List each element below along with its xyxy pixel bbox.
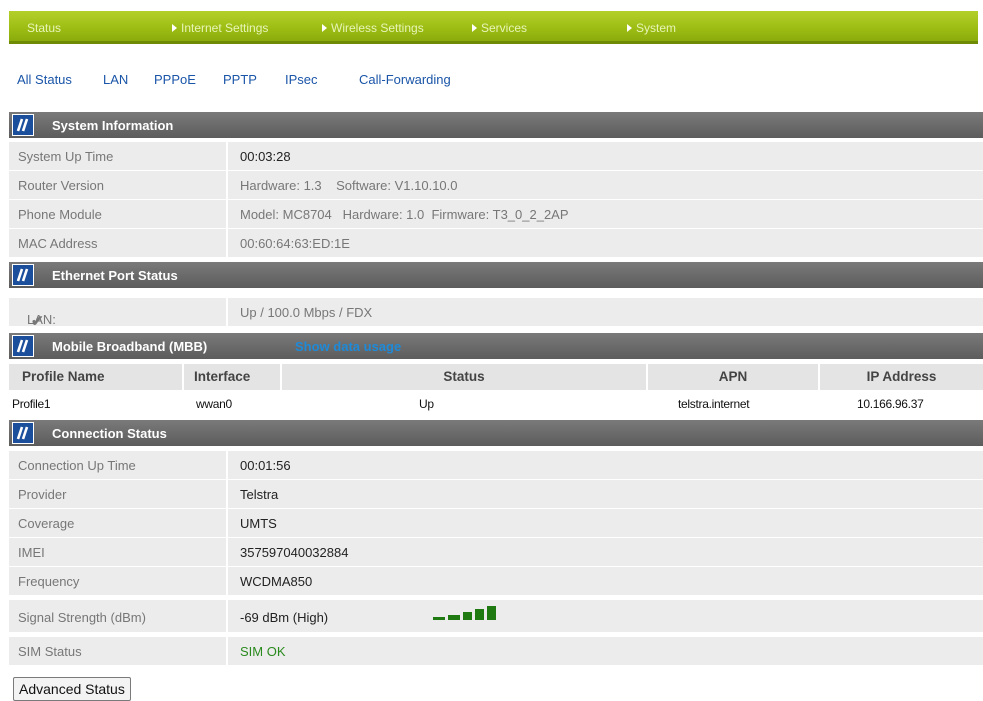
show-data-usage-link[interactable]: Show data usage (295, 339, 401, 354)
connection-status-header: Connection Status (9, 420, 983, 446)
row-label: Signal Strength (dBm) (18, 610, 146, 625)
row-phone-module: Phone Module Model: MC8704 Hardware: 1.0 … (9, 200, 983, 229)
triangle-right-icon (322, 24, 327, 32)
nav-label: System (636, 21, 677, 35)
row-provider: Provider Telstra (9, 480, 983, 509)
nav-system[interactable]: System (627, 21, 676, 35)
table-row: Profile1 wwan0 Up telstra.internet 10.16… (9, 392, 983, 416)
top-nav: Status Internet Settings Wireless Settin… (9, 11, 978, 44)
cell-apn: telstra.internet (678, 397, 750, 411)
section-title: Connection Status (52, 426, 167, 441)
mbb-table-header: Profile Name Interface Status APN IP Add… (9, 364, 983, 390)
triangle-right-icon (472, 24, 477, 32)
row-label: Phone Module (18, 207, 102, 222)
row-value: -69 dBm (High) (240, 610, 329, 625)
brand-logo-icon (12, 422, 34, 444)
subnav-call-forwarding[interactable]: Call-Forwarding (359, 72, 451, 87)
triangle-right-icon (172, 24, 177, 32)
row-mac-address: MAC Address 00:60:64:63:ED:1E (9, 229, 983, 258)
row-label: Connection Up Time (18, 458, 136, 473)
row-lan-status: LAN: ✔ Up / 100.0 Mbps / FDX (9, 298, 983, 330)
row-label: System Up Time (18, 149, 114, 164)
subnav-all-status[interactable]: All Status (17, 72, 72, 87)
brand-logo-icon (12, 264, 34, 286)
triangle-right-icon (627, 24, 632, 32)
nav-label: Internet Settings (181, 21, 269, 35)
subnav-pppoe[interactable]: PPPoE (154, 72, 196, 87)
subnav-ipsec[interactable]: IPsec (285, 72, 318, 87)
signal-strength-icon (433, 606, 496, 620)
row-coverage: Coverage UMTS (9, 509, 983, 538)
checkmark-icon: ✔ (31, 313, 44, 330)
row-label: SIM Status (18, 644, 82, 659)
row-value: Telstra (240, 487, 279, 502)
row-sim-status: SIM Status SIM OK (9, 637, 983, 666)
brand-logo-icon (12, 114, 34, 136)
cell-interface: wwan0 (196, 397, 232, 411)
row-value: 357597040032884 (240, 545, 349, 560)
col-ip-address: IP Address (866, 369, 937, 384)
row-value: UMTS (240, 516, 277, 531)
row-label: IMEI (18, 545, 45, 560)
ethernet-port-status-header: Ethernet Port Status (9, 262, 983, 288)
row-value: Up / 100.0 Mbps / FDX (240, 305, 373, 320)
row-signal-strength: Signal Strength (dBm) -69 dBm (High) (9, 600, 983, 633)
nav-internet-settings[interactable]: Internet Settings (172, 21, 268, 35)
system-information-header: System Information (9, 112, 983, 138)
col-status: Status (282, 364, 648, 390)
row-imei: IMEI 357597040032884 (9, 538, 983, 567)
cell-status: Up (419, 397, 434, 411)
row-value: 00:03:28 (240, 149, 291, 164)
row-label: Coverage (18, 516, 75, 531)
col-interface: Interface (184, 364, 282, 390)
nav-label: Services (481, 21, 528, 35)
row-label: Router Version (18, 178, 104, 193)
section-title: Ethernet Port Status (52, 268, 178, 283)
row-value: Hardware: 1.3 Software: V1.10.10.0 (240, 178, 458, 193)
row-value: SIM OK (240, 644, 286, 659)
row-label: Frequency (18, 574, 80, 589)
row-value: 00:01:56 (240, 458, 291, 473)
mobile-broadband-header: Mobile Broadband (MBB) Show data usage (9, 333, 983, 359)
row-router-version: Router Version Hardware: 1.3 Software: V1… (9, 171, 983, 200)
subnav-pptp[interactable]: PPTP (223, 72, 257, 87)
nav-wireless-settings[interactable]: Wireless Settings (322, 21, 424, 35)
section-title: Mobile Broadband (MBB) (52, 339, 208, 354)
row-value: 00:60:64:63:ED:1E (240, 236, 350, 251)
row-value: Model: MC8704 Hardware: 1.0 Firmware: T3… (240, 207, 569, 222)
col-profile-name: Profile Name (9, 364, 184, 390)
row-connection-up-time: Connection Up Time 00:01:56 (9, 451, 983, 480)
row-label: MAC Address (18, 236, 98, 251)
nav-label: Status (27, 21, 62, 35)
col-apn: APN (648, 364, 820, 390)
row-value: WCDMA850 (240, 574, 313, 589)
advanced-status-button[interactable]: Advanced Status (13, 677, 131, 701)
brand-logo-icon (12, 335, 34, 357)
nav-status[interactable]: Status (27, 21, 61, 35)
nav-services[interactable]: Services (472, 21, 527, 35)
section-title: System Information (52, 118, 174, 133)
row-system-up-time: System Up Time 00:03:28 (9, 142, 983, 171)
subnav-lan[interactable]: LAN (103, 72, 128, 87)
row-label: Provider (18, 487, 67, 502)
cell-profile: Profile1 (12, 397, 51, 411)
row-frequency: Frequency WCDMA850 (9, 567, 983, 596)
cell-ip: 10.166.96.37 (857, 397, 924, 411)
nav-label: Wireless Settings (331, 21, 424, 35)
